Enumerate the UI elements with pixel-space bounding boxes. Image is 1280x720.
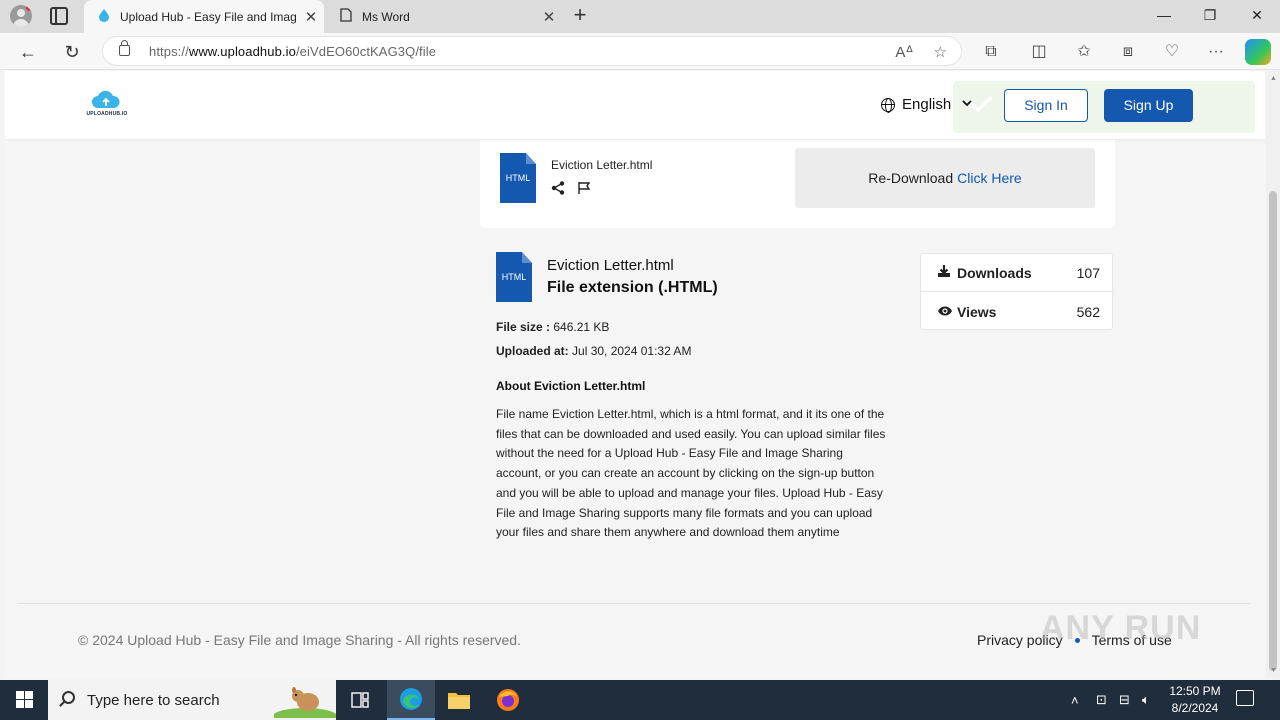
tab-close-icon[interactable]: ✕ xyxy=(536,8,562,26)
notifications-icon[interactable] xyxy=(1236,690,1254,706)
copyright-text: © 2024 Upload Hub - Easy File and Image … xyxy=(78,632,521,648)
html-file-icon: HTML xyxy=(500,153,536,203)
refresh-icon[interactable]: ↻ xyxy=(60,40,84,64)
sign-in-button[interactable]: Sign In xyxy=(1004,89,1088,122)
click-here-link[interactable]: Click Here xyxy=(957,170,1022,186)
anyrun-watermark: ANY RUN xyxy=(1040,609,1202,647)
new-tab-icon[interactable]: + xyxy=(568,3,592,27)
file-explorer-icon[interactable] xyxy=(435,680,483,720)
downloads-stat: Downloads 107 xyxy=(921,254,1114,292)
web-page: UPLOADHUB.IO English Sign In Sign Up HTM… xyxy=(5,71,1265,678)
taskbar-search[interactable]: Type here to search xyxy=(48,680,336,720)
favorites-icon[interactable]: ✩ xyxy=(1071,39,1097,65)
html-file-icon: HTML xyxy=(496,252,532,302)
profile-avatar-icon[interactable] xyxy=(10,5,32,27)
windows-start-icon[interactable] xyxy=(0,680,48,720)
read-aloud-icon[interactable]: Aᐞ xyxy=(895,43,913,61)
edge-taskbar-icon[interactable] xyxy=(387,680,435,720)
language-selector[interactable]: English xyxy=(881,96,972,113)
tab-actions-icon[interactable] xyxy=(50,7,68,25)
file-summary-card: HTML Eviction Letter.html Re-Download Cl… xyxy=(480,140,1115,228)
uploaded-at: Uploaded at: Jul 30, 2024 01:32 AM xyxy=(496,344,692,358)
upload-hub-favicon-icon xyxy=(96,8,112,25)
page-scrollbar[interactable]: ▲ ▼ xyxy=(1266,71,1280,678)
file-size: File size : 646.21 KB xyxy=(496,320,610,334)
volume-icon[interactable]: 🔈︎ xyxy=(1142,680,1150,720)
browser-essentials-icon[interactable]: ♡ xyxy=(1159,39,1185,65)
extensions-icon[interactable]: ⧉ xyxy=(978,39,1004,65)
scroll-up-icon[interactable]: ▲ xyxy=(1270,75,1277,82)
tab-title: Upload Hub - Easy File and Imag xyxy=(120,9,297,24)
show-hidden-icons-icon[interactable]: ˄ xyxy=(1071,680,1079,720)
file-name: Eviction Letter.html xyxy=(551,158,653,172)
page-favicon-icon xyxy=(338,8,354,25)
windows-taskbar: Type here to search ˄ ⊡ ⊟ 🔈︎ 12:50 PM 8/… xyxy=(0,680,1280,720)
language-label: English xyxy=(902,96,952,113)
back-icon[interactable]: ← xyxy=(16,40,40,64)
footer-divider xyxy=(18,603,1250,604)
site-header: UPLOADHUB.IO English Sign In Sign Up xyxy=(5,71,1265,139)
collections-icon[interactable]: ⧈ xyxy=(1115,39,1141,65)
tab-title: Ms Word xyxy=(362,9,410,24)
browser-tab-bar: Upload Hub - Easy File and Imag ✕ Ms Wor… xyxy=(0,0,1280,33)
lock-icon[interactable] xyxy=(119,40,130,56)
tab-upload-hub[interactable]: Upload Hub - Easy File and Imag ✕ xyxy=(84,0,324,33)
report-flag-icon[interactable] xyxy=(577,181,591,195)
favorite-star-icon[interactable]: ☆ xyxy=(934,43,947,61)
about-text: File name Eviction Letter.html, which is… xyxy=(496,407,886,540)
views-stat: Views 562 xyxy=(921,293,1114,331)
close-window-icon[interactable]: ✕ xyxy=(1234,0,1280,33)
address-bar-row: ← ↻ https://www.uploadhub.io/eiVdEO60ctK… xyxy=(0,33,1280,70)
about-title: About Eviction Letter.html xyxy=(496,379,646,393)
url-text[interactable]: https://www.uploadhub.io/eiVdEO60ctKAG3Q… xyxy=(149,44,436,59)
scrollbar-thumb[interactable] xyxy=(1269,191,1277,671)
task-view-icon[interactable] xyxy=(336,680,384,720)
firefox-icon[interactable] xyxy=(484,680,532,720)
search-highlight-image xyxy=(274,687,336,718)
chevron-down-icon xyxy=(962,99,972,110)
globe-icon xyxy=(881,97,895,113)
tab-close-icon[interactable]: ✕ xyxy=(298,8,324,26)
download-icon xyxy=(937,264,953,281)
scroll-down-icon[interactable]: ▼ xyxy=(1270,667,1277,674)
check-icon xyxy=(969,89,993,113)
file-extension: File extension (.HTML) xyxy=(547,279,718,296)
sign-up-button[interactable]: Sign Up xyxy=(1104,89,1193,122)
url-field[interactable]: https://www.uploadhub.io/eiVdEO60ctKAG3Q… xyxy=(102,36,962,66)
file-stats-panel: Downloads 107 Views 562 xyxy=(920,253,1114,331)
system-clock[interactable]: 12:50 PM 8/2/2024 xyxy=(1160,683,1230,717)
eye-icon xyxy=(937,305,953,320)
minimize-icon[interactable]: — xyxy=(1141,0,1187,33)
detail-file-name: Eviction Letter.html xyxy=(547,257,674,274)
network-icon[interactable]: ⊟ xyxy=(1119,680,1130,720)
meet-now-icon[interactable]: ⊡ xyxy=(1096,680,1107,720)
more-menu-icon[interactable]: ··· xyxy=(1203,39,1229,65)
split-screen-icon[interactable]: ◫ xyxy=(1026,39,1052,65)
copilot-icon[interactable] xyxy=(1245,39,1271,65)
search-icon xyxy=(62,691,75,704)
redownload-box[interactable]: Re-Download Click Here xyxy=(795,148,1095,208)
tab-ms-word[interactable]: Ms Word ✕ xyxy=(326,0,562,33)
site-logo[interactable]: UPLOADHUB.IO xyxy=(85,89,129,123)
cloud-upload-icon xyxy=(92,91,120,108)
restore-icon[interactable]: ❐ xyxy=(1187,0,1233,33)
share-icon[interactable] xyxy=(551,181,565,195)
